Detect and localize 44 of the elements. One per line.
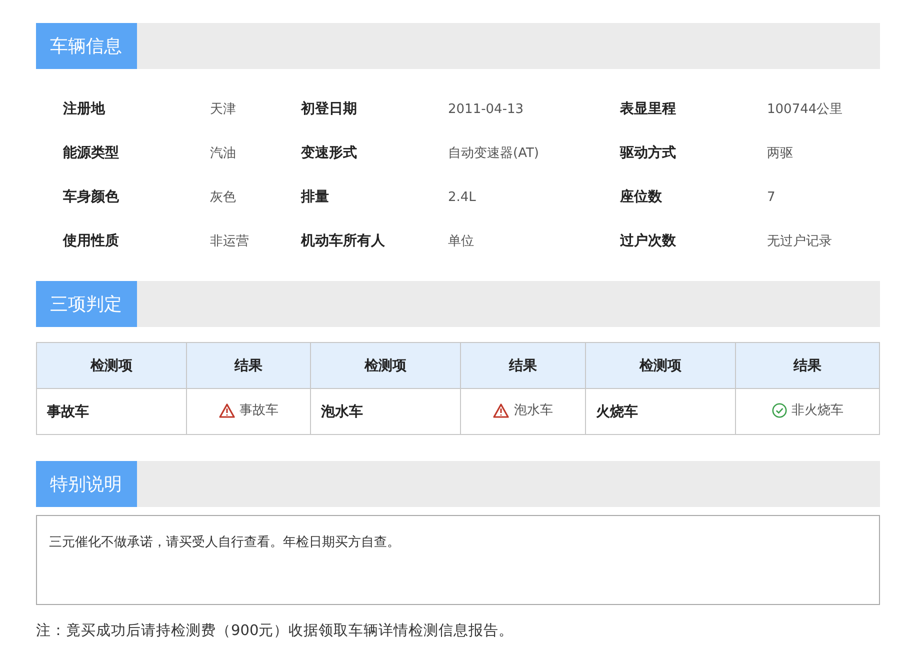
field-label: 车身颜色 bbox=[63, 188, 120, 207]
column-header: 结果 bbox=[736, 342, 880, 388]
field-label: 能源类型 bbox=[63, 144, 120, 163]
table-cell: 泡水车 bbox=[310, 388, 460, 434]
section-title: 车辆信息 bbox=[36, 23, 137, 69]
warning-icon bbox=[493, 402, 509, 418]
field-value: 2011-04-13 bbox=[448, 100, 525, 118]
field-value: 无过户记录 bbox=[767, 233, 833, 251]
warning-icon bbox=[218, 402, 234, 418]
field-value: 自动变速器(AT) bbox=[448, 145, 540, 163]
column-header: 检测项 bbox=[310, 342, 460, 388]
field-label: 表显里程 bbox=[620, 100, 677, 119]
field-value: 汽油 bbox=[210, 145, 237, 163]
result-cell: 非火烧车 bbox=[736, 388, 880, 434]
field-value: 非运营 bbox=[210, 233, 250, 251]
field-value: 两驱 bbox=[767, 145, 794, 163]
field-value: 7 bbox=[767, 188, 776, 206]
column-header: 检测项 bbox=[586, 342, 736, 388]
table-cell: 事故车 bbox=[36, 388, 186, 434]
field-label: 机动车所有人 bbox=[301, 232, 386, 251]
section-title: 特别说明 bbox=[36, 461, 137, 507]
field-label: 变速形式 bbox=[301, 144, 358, 163]
field-label: 驱动方式 bbox=[620, 144, 677, 163]
field-value: 灰色 bbox=[210, 189, 237, 207]
column-header: 结果 bbox=[186, 342, 310, 388]
field-label: 过户次数 bbox=[620, 232, 677, 251]
table-cell: 火烧车 bbox=[586, 388, 736, 434]
footer-note: 注：竟买成功后请持检测费（900元）收据领取车辆详情检测信息报告。 bbox=[36, 622, 515, 640]
field-label: 注册地 bbox=[63, 100, 106, 119]
section-title: 三项判定 bbox=[36, 281, 137, 327]
field-value: 100744公里 bbox=[767, 101, 844, 119]
result-cell: 泡水车 bbox=[460, 388, 586, 434]
field-value: 单位 bbox=[448, 233, 475, 251]
field-value: 天津 bbox=[210, 101, 237, 119]
field-label: 使用性质 bbox=[63, 232, 120, 251]
check-circle-icon bbox=[772, 402, 786, 418]
field-label: 座位数 bbox=[620, 188, 663, 207]
column-header: 结果 bbox=[460, 342, 586, 388]
field-label: 排量 bbox=[301, 188, 330, 207]
field-value: 2.4L bbox=[448, 188, 477, 206]
field-label: 初登日期 bbox=[301, 100, 358, 119]
note-text: 三元催化不做承诺，请买受人自行查看。年检日期买方自查。 bbox=[49, 535, 400, 550]
column-header: 检测项 bbox=[36, 342, 186, 388]
result-cell: 事故车 bbox=[186, 388, 310, 434]
